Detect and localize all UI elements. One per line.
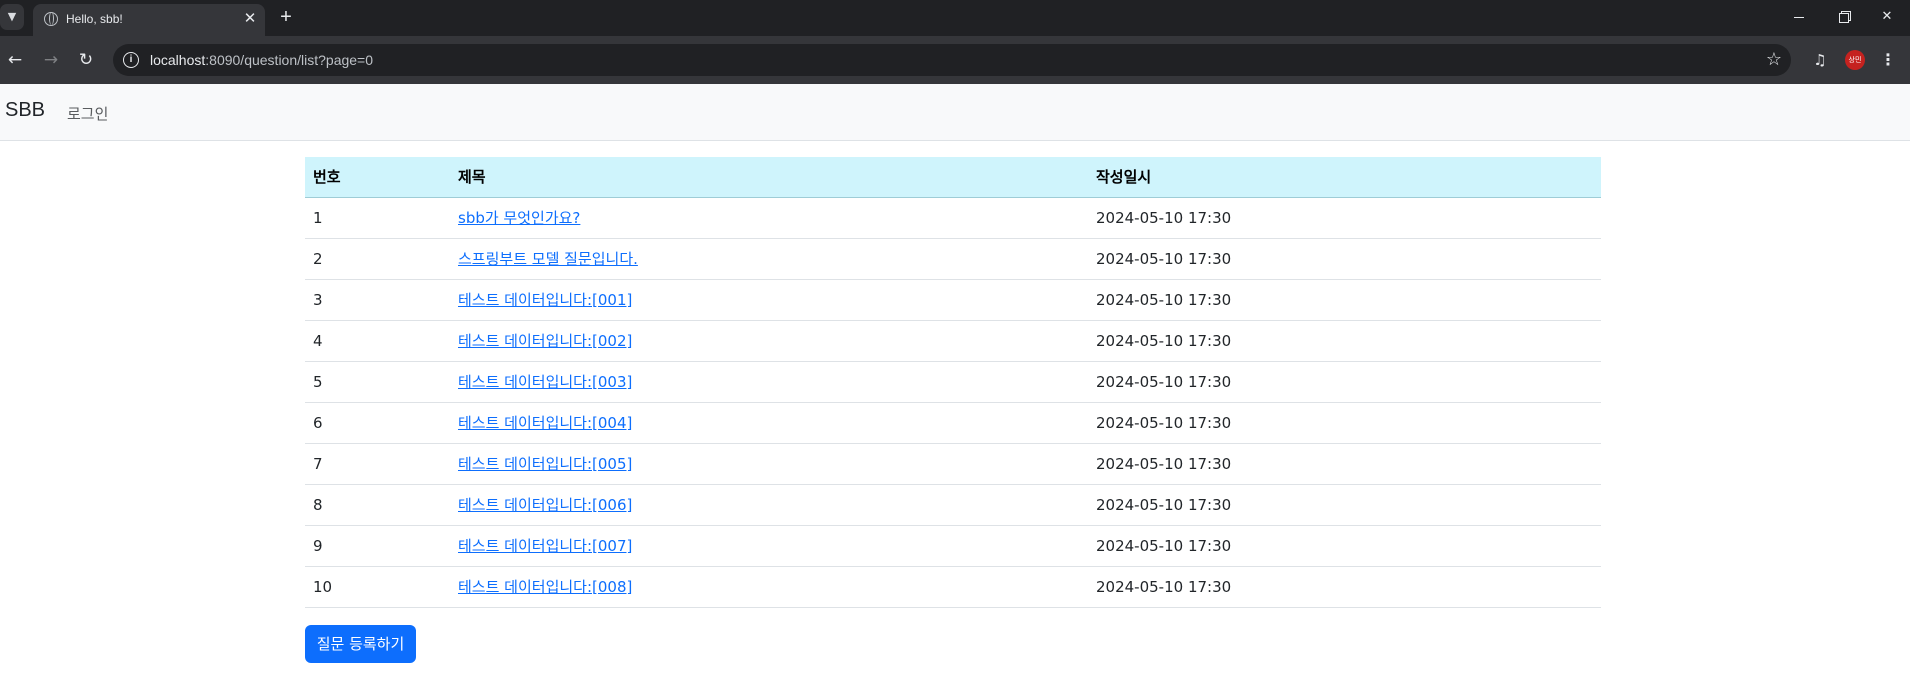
table-row: 8 테스트 데이터입니다:[006] 2024-05-10 17:30 (305, 484, 1601, 526)
row-number: 10 (305, 566, 450, 608)
row-number: 4 (305, 320, 450, 362)
tab-search-chevron-down-icon[interactable]: ▼ (0, 4, 24, 30)
login-link[interactable]: 로그인 (67, 103, 108, 124)
table-row: 9 테스트 데이터입니다:[007] 2024-05-10 17:30 (305, 525, 1601, 567)
question-link[interactable]: 테스트 데이터입니다:[005] (458, 455, 632, 473)
restore-window-button[interactable] (1822, 0, 1868, 34)
back-arrow-icon[interactable]: ← (1, 46, 29, 74)
header-subject: 제목 (450, 157, 1088, 198)
browser-tabstrip: ▼ Hello, sbb! ✕ + ✕ (0, 0, 1910, 36)
row-number: 9 (305, 525, 450, 567)
question-link[interactable]: 테스트 데이터입니다:[008] (458, 578, 632, 596)
table-row: 2 스프링부트 모델 질문입니다. 2024-05-10 17:30 (305, 238, 1601, 280)
row-number: 8 (305, 484, 450, 526)
table-row: 5 테스트 데이터입니다:[003] 2024-05-10 17:30 (305, 361, 1601, 403)
row-number: 2 (305, 238, 450, 280)
question-link[interactable]: 테스트 데이터입니다:[003] (458, 373, 632, 391)
register-question-button[interactable]: 질문 등록하기 (305, 625, 416, 663)
info-icon[interactable]: i (123, 52, 139, 68)
row-date: 2024-05-10 17:30 (1088, 197, 1601, 239)
question-link[interactable]: 테스트 데이터입니다:[006] (458, 496, 632, 514)
forward-arrow-icon[interactable]: → (37, 46, 65, 74)
address-bar[interactable]: i localhost:8090/question/list?page=0 ☆ (113, 44, 1791, 76)
brand-link[interactable]: SBB (5, 99, 45, 122)
new-tab-plus-icon[interactable]: + (275, 4, 297, 30)
table-row: 1 sbb가 무엇인가요? 2024-05-10 17:30 (305, 197, 1601, 239)
profile-avatar[interactable]: 상민 (1845, 50, 1865, 70)
question-link[interactable]: 테스트 데이터입니다:[001] (458, 291, 632, 309)
question-link[interactable]: 테스트 데이터입니다:[002] (458, 332, 632, 350)
table-row: 6 테스트 데이터입니다:[004] 2024-05-10 17:30 (305, 402, 1601, 444)
close-window-button[interactable]: ✕ (1864, 0, 1910, 34)
table-row: 4 테스트 데이터입니다:[002] 2024-05-10 17:30 (305, 320, 1601, 362)
reload-icon[interactable]: ↻ (72, 46, 100, 74)
row-date: 2024-05-10 17:30 (1088, 238, 1601, 280)
table-header-row: 번호 제목 작성일시 (305, 157, 1601, 198)
question-link[interactable]: 스프링부트 모델 질문입니다. (458, 250, 638, 268)
minimize-window-button[interactable] (1776, 0, 1822, 34)
row-date: 2024-05-10 17:30 (1088, 443, 1601, 485)
media-control-icon[interactable]: ♫ (1808, 48, 1832, 72)
browser-toolbar: ← → ↻ i localhost:8090/question/list?pag… (0, 36, 1910, 84)
row-date: 2024-05-10 17:30 (1088, 402, 1601, 444)
close-tab-icon[interactable]: ✕ (241, 9, 259, 27)
question-link[interactable]: 테스트 데이터입니다:[007] (458, 537, 632, 555)
tab-title: Hello, sbb! (66, 12, 123, 26)
header-number: 번호 (305, 157, 450, 198)
table-row: 10 테스트 데이터입니다:[008] 2024-05-10 17:30 (305, 566, 1601, 608)
question-link[interactable]: sbb가 무엇인가요? (458, 209, 580, 227)
globe-icon (44, 12, 58, 26)
site-navbar: SBB 로그인 (0, 84, 1910, 141)
row-number: 7 (305, 443, 450, 485)
table-row: 3 테스트 데이터입니다:[001] 2024-05-10 17:30 (305, 279, 1601, 321)
row-number: 1 (305, 197, 450, 239)
row-number: 5 (305, 361, 450, 403)
question-table: 번호 제목 작성일시 1 sbb가 무엇인가요? 2024-05-10 17:3… (305, 157, 1601, 608)
bookmark-star-icon[interactable]: ☆ (1763, 49, 1785, 71)
question-link[interactable]: 테스트 데이터입니다:[004] (458, 414, 632, 432)
url-text[interactable]: localhost:8090/question/list?page=0 (150, 52, 373, 68)
row-date: 2024-05-10 17:30 (1088, 320, 1601, 362)
table-row: 7 테스트 데이터입니다:[005] 2024-05-10 17:30 (305, 443, 1601, 485)
row-number: 3 (305, 279, 450, 321)
row-date: 2024-05-10 17:30 (1088, 361, 1601, 403)
row-date: 2024-05-10 17:30 (1088, 566, 1601, 608)
browser-tab[interactable]: Hello, sbb! ✕ (33, 4, 265, 36)
kebab-menu-icon[interactable]: ⋮ (1876, 48, 1900, 72)
row-date: 2024-05-10 17:30 (1088, 525, 1601, 567)
row-date: 2024-05-10 17:30 (1088, 484, 1601, 526)
row-number: 6 (305, 402, 450, 444)
row-date: 2024-05-10 17:30 (1088, 279, 1601, 321)
header-date: 작성일시 (1088, 157, 1601, 198)
